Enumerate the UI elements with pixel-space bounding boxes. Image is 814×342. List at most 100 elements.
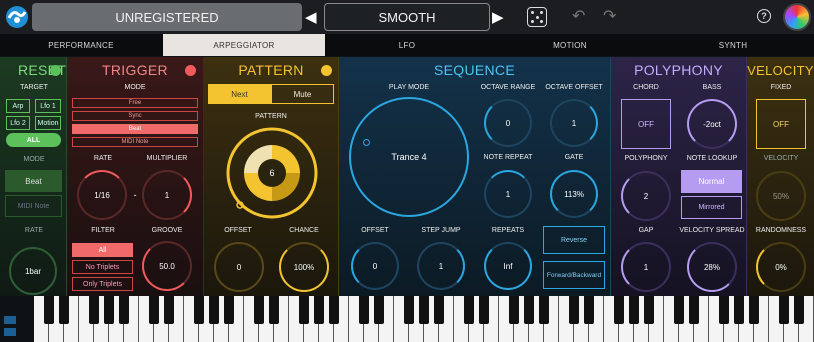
note-lookup-normal[interactable]: Normal	[681, 170, 742, 193]
black-key[interactable]	[164, 296, 174, 324]
piano-keyboard[interactable]	[0, 296, 814, 342]
trigger-groove-knob[interactable]: 50.0	[142, 241, 192, 291]
redo-icon[interactable]: ↷	[603, 6, 616, 26]
filter-only-triplets-button[interactable]: Only Triplets	[72, 277, 133, 291]
black-key[interactable]	[104, 296, 114, 324]
piano-keys[interactable]	[34, 296, 814, 342]
note-lookup-mirrored[interactable]: Mirrored	[681, 196, 742, 219]
trigger-mode-beat[interactable]: Beat	[72, 124, 198, 134]
app-logo-icon[interactable]	[4, 4, 30, 30]
pattern-next-button[interactable]: Next	[208, 84, 271, 104]
reset-mode-midi-note[interactable]: MIDI Note	[5, 195, 62, 217]
sequence-offset-knob[interactable]: 0	[351, 242, 399, 290]
play-mode-dial[interactable]: Trance 4	[349, 97, 469, 217]
octave-offset-knob[interactable]: 1	[550, 99, 598, 147]
tab-motion[interactable]: MOTION	[489, 34, 651, 56]
tab-synth[interactable]: SYNTH	[652, 34, 814, 56]
black-key[interactable]	[404, 296, 414, 324]
gate-knob[interactable]: 113%	[550, 170, 598, 218]
black-key[interactable]	[194, 296, 204, 324]
black-key[interactable]	[419, 296, 429, 324]
black-key[interactable]	[584, 296, 594, 324]
trigger-mode-midi-note[interactable]: MIDI Note	[72, 137, 198, 147]
black-key[interactable]	[299, 296, 309, 324]
black-key[interactable]	[59, 296, 69, 324]
preset-name-display[interactable]: SMOOTH	[324, 3, 490, 31]
pattern-chance-knob[interactable]: 100%	[279, 242, 329, 292]
target-lfo1-button[interactable]: Lfo 1	[35, 99, 61, 113]
undo-icon[interactable]: ↶	[572, 6, 585, 26]
randomness-knob[interactable]: 0%	[756, 242, 806, 292]
pattern-offset-knob[interactable]: 0	[214, 242, 264, 292]
black-key[interactable]	[734, 296, 744, 324]
black-key[interactable]	[644, 296, 654, 324]
filter-no-triplets-button[interactable]: No Triplets	[72, 260, 133, 274]
velocity-spread-knob[interactable]: 28%	[687, 242, 737, 292]
black-key[interactable]	[119, 296, 129, 324]
pattern-mute-button[interactable]: Mute	[271, 84, 334, 104]
chord-toggle[interactable]: OFF	[621, 99, 671, 149]
target-all-button[interactable]: ALL	[6, 133, 61, 147]
octave-range-knob[interactable]: 0	[484, 99, 532, 147]
keyboard-octave-indicator[interactable]	[0, 296, 34, 342]
filter-all-button[interactable]: All	[72, 243, 133, 257]
registration-status[interactable]: UNREGISTERED	[32, 3, 302, 31]
bass-knob[interactable]: -2oct	[687, 99, 737, 149]
black-key[interactable]	[479, 296, 489, 324]
black-key[interactable]	[464, 296, 474, 324]
black-key[interactable]	[359, 296, 369, 324]
black-key[interactable]	[569, 296, 579, 324]
note-repeat-knob[interactable]: 1	[484, 170, 532, 218]
black-key[interactable]	[779, 296, 789, 324]
black-key[interactable]	[89, 296, 99, 324]
trigger-rate-knob[interactable]: 1/16	[77, 170, 127, 220]
black-key[interactable]	[224, 296, 234, 324]
tab-performance[interactable]: PERFORMANCE	[0, 34, 162, 56]
target-arp-button[interactable]: Arp	[6, 99, 30, 113]
trigger-mode-free[interactable]: Free	[72, 98, 198, 108]
polyphony-knob[interactable]: 2	[621, 171, 671, 221]
black-key[interactable]	[509, 296, 519, 324]
black-key[interactable]	[149, 296, 159, 324]
randomize-dice-icon[interactable]	[527, 7, 547, 27]
avatar[interactable]	[783, 3, 811, 31]
gap-knob[interactable]: 1	[621, 242, 671, 292]
black-key[interactable]	[254, 296, 264, 324]
black-key[interactable]	[614, 296, 624, 324]
black-key[interactable]	[374, 296, 384, 324]
trigger-enabled-indicator[interactable]	[185, 65, 196, 76]
black-key[interactable]	[329, 296, 339, 324]
black-key[interactable]	[269, 296, 279, 324]
reset-mode-beat[interactable]: Beat	[5, 170, 62, 192]
black-key[interactable]	[44, 296, 54, 324]
black-key[interactable]	[674, 296, 684, 324]
black-key[interactable]	[524, 296, 534, 324]
black-key[interactable]	[539, 296, 549, 324]
next-preset-button[interactable]: ▶	[492, 8, 504, 26]
trigger-multiplier-knob[interactable]: 1	[142, 170, 192, 220]
black-key[interactable]	[209, 296, 219, 324]
tab-arpeggiator[interactable]: ARPEGGIATOR	[163, 34, 325, 56]
black-key[interactable]	[434, 296, 444, 324]
step-jump-knob[interactable]: 1	[417, 242, 465, 290]
black-key[interactable]	[314, 296, 324, 324]
trigger-mode-sync[interactable]: Sync	[72, 111, 198, 121]
pattern-enabled-indicator[interactable]	[321, 65, 332, 76]
target-lfo2-button[interactable]: Lfo 2	[6, 116, 30, 130]
reset-rate-knob[interactable]: 1bar	[9, 247, 57, 295]
forward-backward-button[interactable]: Forward/Backward	[543, 261, 605, 289]
black-key[interactable]	[794, 296, 804, 324]
repeats-knob[interactable]: Inf	[484, 242, 532, 290]
pattern-wheel[interactable]: 6	[224, 125, 320, 221]
black-key[interactable]	[749, 296, 759, 324]
reverse-button[interactable]: Reverse	[543, 226, 605, 254]
black-key[interactable]	[689, 296, 699, 324]
target-motion-button[interactable]: Motion	[35, 116, 61, 130]
previous-preset-button[interactable]: ◀	[305, 8, 317, 26]
fixed-velocity-toggle[interactable]: OFF	[756, 99, 806, 149]
tab-lfo[interactable]: LFO	[326, 34, 488, 56]
velocity-amount-knob[interactable]: 50%	[756, 171, 806, 221]
black-key[interactable]	[629, 296, 639, 324]
play-mode-handle[interactable]	[363, 139, 370, 146]
black-key[interactable]	[719, 296, 729, 324]
